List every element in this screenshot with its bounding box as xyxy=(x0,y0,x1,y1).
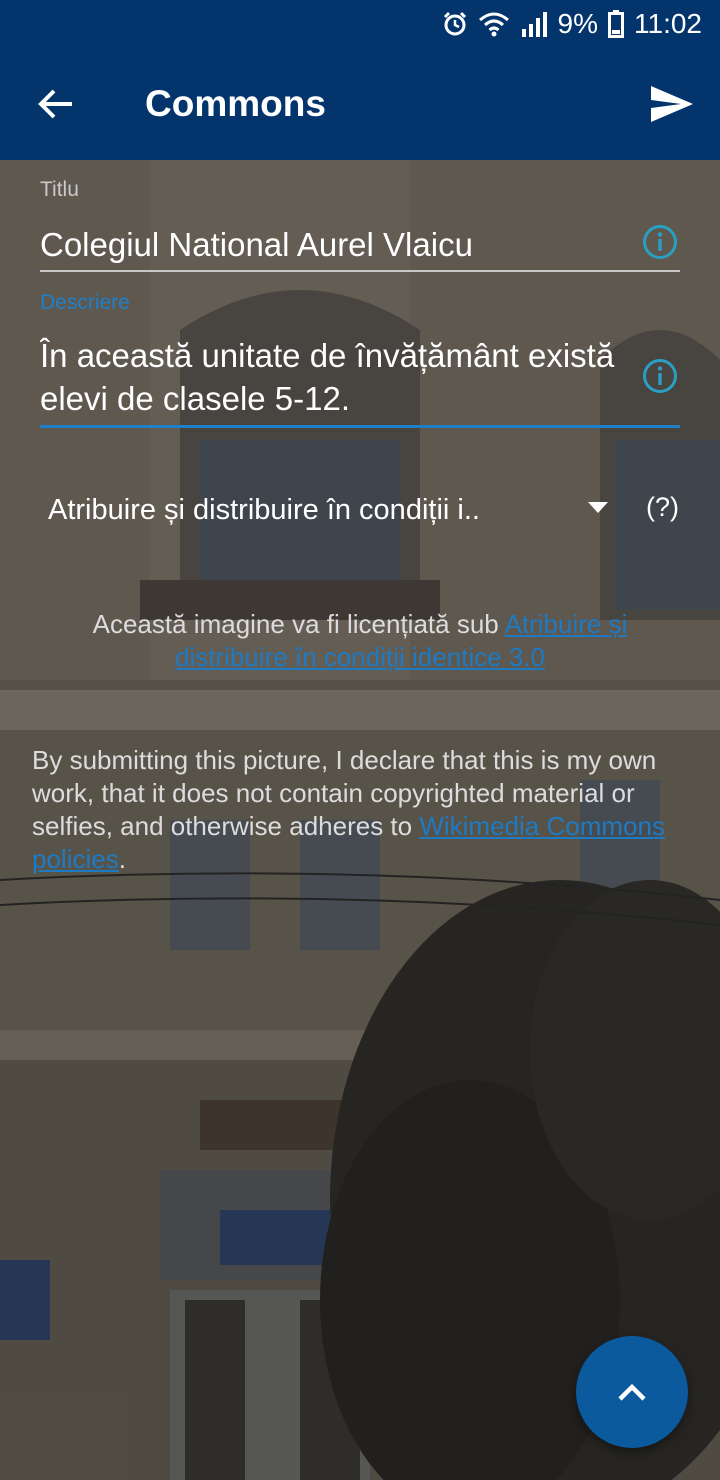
status-icons: 9% 11:02 xyxy=(442,6,702,42)
description-underline xyxy=(40,425,680,428)
declaration-text: By submitting this picture, I declare th… xyxy=(32,744,682,876)
battery-percent: 9% xyxy=(557,8,598,39)
wifi-icon xyxy=(478,11,510,37)
battery-icon xyxy=(608,10,624,38)
arrow-left-icon xyxy=(38,89,72,119)
send-button[interactable] xyxy=(644,76,700,132)
license-note: Această imagine va fi licențiată sub Atr… xyxy=(40,608,680,674)
expand-fab-button[interactable] xyxy=(576,1336,688,1448)
description-input[interactable]: În această unitate de învățământ există … xyxy=(40,334,640,424)
license-help-button[interactable]: (?) xyxy=(646,492,679,523)
title-label: Titlu xyxy=(40,178,79,201)
license-dropdown[interactable]: Atribuire și distribuire în condiții i.. xyxy=(48,486,618,534)
alarm-icon xyxy=(442,11,468,37)
license-note-text: Această imagine va fi licențiată sub xyxy=(92,609,505,639)
app-bar: Commons xyxy=(0,48,720,160)
license-selected-value: Atribuire și distribuire în condiții i.. xyxy=(48,493,480,526)
upload-screen: 9% 11:02 Commons Titlu Colegiul National… xyxy=(0,0,720,1480)
clock: 11:02 xyxy=(634,8,702,39)
signal-icon xyxy=(520,11,548,37)
info-icon[interactable] xyxy=(642,358,678,394)
page-title: Commons xyxy=(145,83,326,124)
description-label: Descriere xyxy=(40,291,130,314)
dropdown-arrow-icon xyxy=(588,502,608,513)
back-button[interactable] xyxy=(26,78,86,130)
status-bar: 9% 11:02 xyxy=(0,0,720,48)
info-icon[interactable] xyxy=(642,224,678,260)
title-input[interactable] xyxy=(40,222,630,268)
send-icon xyxy=(651,86,693,122)
title-underline xyxy=(40,270,680,272)
chevron-up-icon xyxy=(618,1383,646,1401)
declaration-suffix: . xyxy=(118,844,126,874)
